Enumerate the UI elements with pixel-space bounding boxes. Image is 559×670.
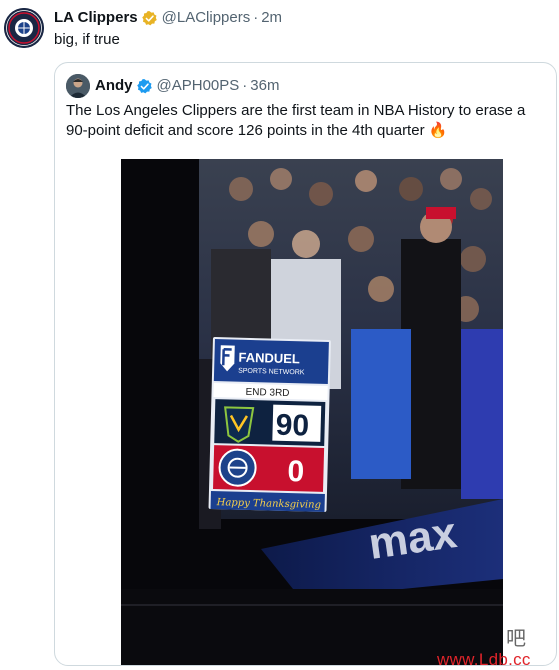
tweet-header: LA Clippers @LAClippers · 2m: [54, 8, 282, 28]
scoreboard-photo-image: max FANDUEL SPORTS NETWORK END 3RD 90 0 …: [121, 159, 503, 665]
quoted-header: Andy @APH00PS · 36m: [95, 76, 279, 96]
user-avatar-icon: [66, 74, 90, 98]
home-score: 0: [287, 455, 305, 488]
verified-badge-icon: [141, 10, 157, 25]
away-score: 90: [275, 409, 309, 443]
tweet[interactable]: LA Clippers @LAClippers · 2m big, if tru…: [0, 0, 559, 670]
scoreboard-brand: FANDUEL: [238, 350, 300, 367]
tweet-photo[interactable]: max FANDUEL SPORTS NETWORK END 3RD 90 0 …: [121, 159, 503, 665]
quoted-timestamp[interactable]: 36m: [250, 76, 279, 96]
display-name[interactable]: LA Clippers: [54, 8, 138, 28]
quoted-display-name[interactable]: Andy: [95, 76, 133, 96]
separator-dot: ·: [253, 9, 259, 26]
watermark-logo: 吧: [506, 628, 526, 650]
watermark-url: www.Ldb.cc: [437, 650, 531, 669]
handle[interactable]: @LAClippers: [162, 8, 251, 28]
avatar[interactable]: [4, 8, 44, 48]
scoreboard-period: END 3RD: [245, 387, 289, 399]
tweet-text: big, if true: [54, 31, 120, 48]
timestamp[interactable]: 2m: [261, 8, 282, 28]
quoted-handle[interactable]: @APH00PS: [157, 76, 240, 96]
quoted-avatar[interactable]: [66, 74, 90, 98]
verified-badge-icon: [136, 78, 152, 93]
quoted-tweet[interactable]: Andy @APH00PS · 36m The Los Angeles Clip…: [54, 62, 557, 666]
quoted-text: The Los Angeles Clippers are the first t…: [66, 102, 526, 139]
separator-dot: ·: [242, 77, 248, 94]
clippers-logo-icon: [4, 8, 44, 48]
